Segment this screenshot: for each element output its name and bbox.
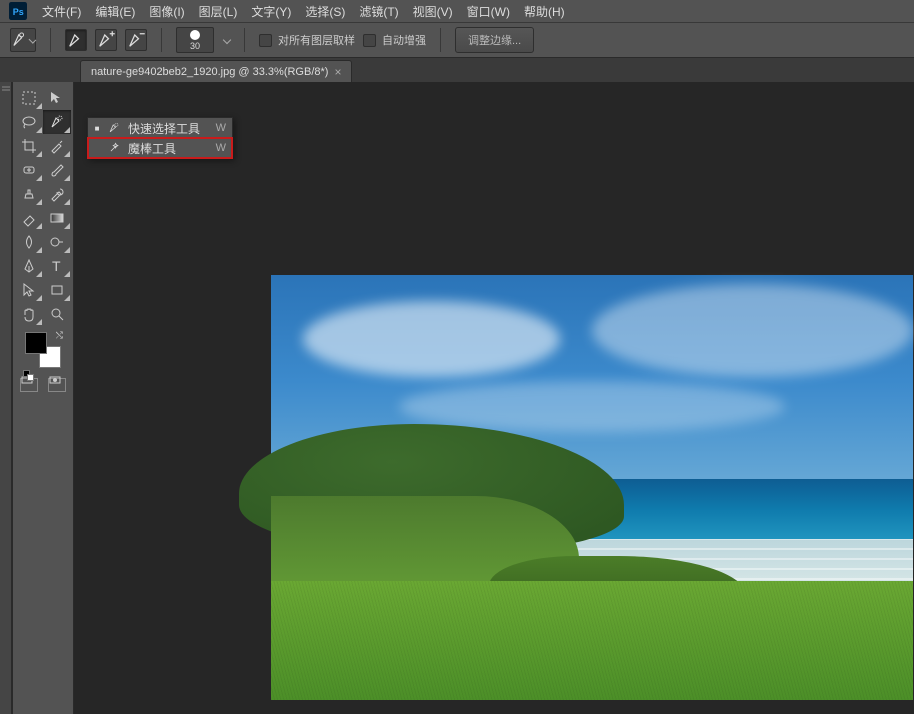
brush-dropdown-icon[interactable]: [223, 36, 231, 44]
options-bar: 30 对所有图层取样 自动增强 调整边缘...: [0, 22, 914, 58]
document-tab-bar: nature-ge9402beb2_1920.jpg @ 33.3%(RGB/8…: [0, 58, 914, 82]
close-icon[interactable]: ×: [334, 65, 341, 79]
menu-file[interactable]: 文件(F): [42, 3, 81, 20]
flyout-item-magic-wand[interactable]: 魔棒工具 W: [88, 138, 232, 158]
menu-view[interactable]: 视图(V): [413, 3, 453, 20]
svg-text:Ps: Ps: [13, 7, 24, 17]
lasso-tool[interactable]: [15, 110, 43, 134]
spot-heal-tool[interactable]: [15, 158, 43, 182]
selection-add-button[interactable]: [95, 29, 117, 51]
color-swatches[interactable]: ⤭: [25, 332, 61, 368]
menu-window[interactable]: 窗口(W): [467, 3, 510, 20]
svg-text:T: T: [52, 258, 61, 274]
ps-logo: Ps: [8, 1, 28, 21]
magic-wand-icon: [106, 141, 122, 155]
tool-flyout-menu: ■ 快速选择工具 W 魔棒工具 W: [87, 117, 233, 159]
menu-layer[interactable]: 图层(L): [199, 3, 238, 20]
blur-tool[interactable]: [15, 230, 43, 254]
rectangle-tool[interactable]: [43, 278, 71, 302]
document-tab-title: nature-ge9402beb2_1920.jpg @ 33.3%(RGB/8…: [91, 66, 328, 78]
flyout-item-label: 快速选择工具: [128, 120, 210, 137]
tool-palette: T ⤭: [12, 82, 74, 714]
active-bullet-icon: ■: [94, 124, 100, 133]
flyout-item-shortcut: W: [216, 122, 226, 134]
quick-select-icon: [106, 121, 122, 135]
refine-edge-button[interactable]: 调整边缘...: [455, 27, 534, 53]
flyout-item-label: 魔棒工具: [128, 140, 210, 157]
foreground-color-swatch[interactable]: [25, 332, 47, 354]
eyedropper-tool[interactable]: [43, 134, 71, 158]
flyout-item-shortcut: W: [216, 142, 226, 154]
hand-tool[interactable]: [15, 302, 43, 326]
move-tool[interactable]: [43, 86, 71, 110]
history-brush-tool[interactable]: [43, 182, 71, 206]
brush-size-value: 30: [190, 41, 200, 51]
dodge-tool[interactable]: [43, 230, 71, 254]
brush-size-preview[interactable]: 30: [176, 27, 214, 53]
menu-type[interactable]: 文字(Y): [251, 3, 291, 20]
menu-image[interactable]: 图像(I): [149, 3, 184, 20]
quick-select-tool[interactable]: [43, 110, 71, 134]
document-canvas[interactable]: [271, 275, 913, 700]
menu-select[interactable]: 选择(S): [305, 3, 345, 20]
flyout-item-quick-select[interactable]: ■ 快速选择工具 W: [88, 118, 232, 138]
menu-edit[interactable]: 编辑(E): [95, 3, 135, 20]
path-select-tool[interactable]: [15, 278, 43, 302]
selection-subtract-button[interactable]: [125, 29, 147, 51]
gradient-tool[interactable]: [43, 206, 71, 230]
swap-colors-icon[interactable]: ⤭: [56, 330, 63, 341]
menu-bar: Ps 文件(F) 编辑(E) 图像(I) 图层(L) 文字(Y) 选择(S) 滤…: [0, 0, 914, 22]
eraser-tool[interactable]: [15, 206, 43, 230]
brush-tool[interactable]: [43, 158, 71, 182]
sample-all-layers-checkbox[interactable]: 对所有图层取样: [259, 32, 355, 48]
auto-enhance-checkbox[interactable]: 自动增强: [363, 32, 426, 48]
document-tab[interactable]: nature-ge9402beb2_1920.jpg @ 33.3%(RGB/8…: [80, 60, 352, 82]
type-tool[interactable]: T: [43, 254, 71, 278]
crop-tool[interactable]: [15, 134, 43, 158]
collapsed-panel-strip[interactable]: [0, 82, 12, 714]
clone-stamp-tool[interactable]: [15, 182, 43, 206]
quickmask-mode-button[interactable]: [48, 378, 66, 392]
auto-enhance-label: 自动增强: [382, 32, 426, 48]
pen-tool[interactable]: [15, 254, 43, 278]
marquee-tool[interactable]: [15, 86, 43, 110]
menu-filter[interactable]: 滤镜(T): [359, 3, 398, 20]
current-tool-icon[interactable]: [10, 28, 36, 52]
zoom-tool[interactable]: [43, 302, 71, 326]
sample-all-layers-label: 对所有图层取样: [278, 32, 355, 48]
selection-new-button[interactable]: [65, 29, 87, 51]
canvas-area[interactable]: [74, 82, 914, 714]
menu-help[interactable]: 帮助(H): [524, 3, 565, 20]
